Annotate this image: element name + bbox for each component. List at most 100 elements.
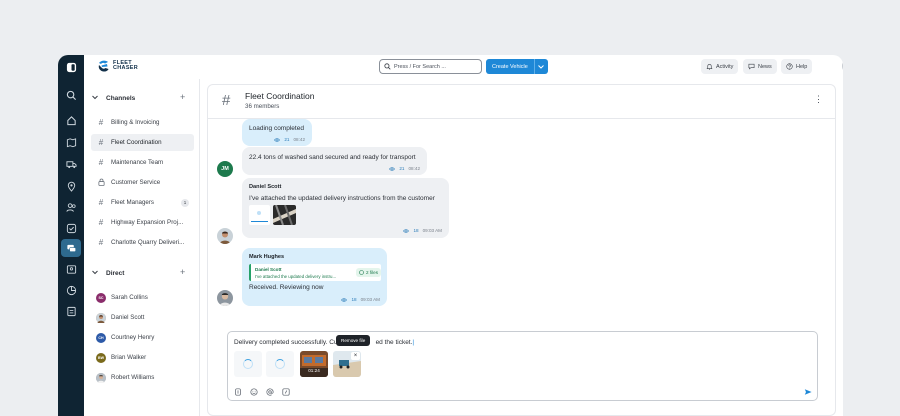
mention-icon[interactable] <box>265 387 274 396</box>
chat-pane: # Fleet Coordination 36 members ⋮ Loadin… <box>207 84 836 416</box>
sidebar-item-customer-service[interactable]: Customer Service <box>91 174 194 191</box>
message-text: 22.4 tons of washed sand secured and rea… <box>249 154 416 161</box>
channel-label: Maintenance Team <box>111 159 164 166</box>
add-channel-icon[interactable]: + <box>180 92 185 102</box>
direct-title: Direct <box>106 269 125 277</box>
toggle-sidebar-icon[interactable] <box>64 60 78 74</box>
id-card-icon[interactable] <box>64 262 78 276</box>
message-icon <box>748 63 755 70</box>
message-bubble[interactable]: Mark Hughes Daniel Scott I've attached t… <box>242 248 387 306</box>
message-meta: 21 08:42 <box>274 137 305 142</box>
quoted-text: I've attached the updated delivery instr… <box>255 274 337 279</box>
chevron-down-icon <box>538 64 545 69</box>
channels-title: Channels <box>106 94 136 102</box>
quoted-files-badge: 2 files <box>356 268 381 277</box>
truck-icon[interactable] <box>64 157 78 171</box>
create-vehicle-dropdown[interactable] <box>533 59 548 74</box>
emoji-icon[interactable] <box>249 387 258 396</box>
search-icon[interactable] <box>64 88 78 102</box>
direct-item-courtney-henry[interactable]: CH Courtney Henry <box>91 329 194 346</box>
message-meta: 18 09:03 AM <box>403 228 442 233</box>
reports-icon[interactable] <box>64 283 78 297</box>
send-icon[interactable] <box>803 387 812 396</box>
avatar[interactable]: JM <box>217 161 233 177</box>
quoted-message[interactable]: Daniel Scott I've attached the updated d… <box>249 264 381 281</box>
activity-button[interactable]: Activity <box>701 59 739 74</box>
avatar[interactable] <box>217 228 233 244</box>
more-options-icon[interactable]: ⋮ <box>814 94 823 105</box>
direct-item-brian-walker[interactable]: BW Brian Walker <box>91 349 194 366</box>
composer-input[interactable]: Delivery completed successfully. Cu ed th… <box>234 339 414 346</box>
chevron-down-icon <box>92 95 98 100</box>
sidebar-item-billing-invoicing[interactable]: # Billing & Invoicing <box>91 114 194 131</box>
sidebar-item-fleet-managers[interactable]: # Fleet Managers 1 <box>91 194 194 211</box>
channel-label: Billing & Invoicing <box>111 119 160 126</box>
news-button[interactable]: News <box>743 59 777 74</box>
home-icon[interactable] <box>64 113 78 127</box>
brand-logo[interactable]: FLEET CHASER <box>97 59 138 73</box>
sidebar-item-maintenance-team[interactable]: # Maintenance Team <box>91 154 194 171</box>
user-photo <box>217 228 233 244</box>
view-count: 21 <box>399 166 405 171</box>
channels-section-header[interactable]: Channels + <box>84 91 200 105</box>
channel-header: # Fleet Coordination 36 members ⋮ <box>208 85 835 119</box>
message-composer[interactable]: Delivery completed successfully. Cu ed th… <box>227 331 818 401</box>
avatar: CH <box>96 332 106 343</box>
view-count: 21 <box>284 137 290 142</box>
sidebar-item-fleet-coordination[interactable]: # Fleet Coordination <box>91 134 194 151</box>
channel-sidebar: Channels + # Billing & Invoicing # Fleet… <box>84 79 200 416</box>
user-avatar[interactable] <box>842 58 843 74</box>
add-direct-icon[interactable]: + <box>180 267 185 277</box>
sidebar-item-highway-expansion[interactable]: # Highway Expansion Proj... <box>91 214 194 231</box>
documents-icon[interactable] <box>64 304 78 318</box>
direct-label: Courtney Henry <box>111 334 155 341</box>
member-count: 36 members <box>245 103 280 110</box>
gif-icon[interactable] <box>281 387 290 396</box>
avatar: BW <box>96 352 106 363</box>
direct-label: Sarah Collins <box>111 294 148 301</box>
composer-text-end: ed the ticket. <box>375 339 413 346</box>
direct-label: Brian Walker <box>111 354 147 361</box>
users-icon[interactable] <box>64 200 78 214</box>
message-bubble[interactable]: Daniel Scott I've attached the updated d… <box>242 178 449 238</box>
hash-icon: # <box>98 118 104 127</box>
help-button[interactable]: Help <box>781 59 813 74</box>
search-placeholder: Press / For Search ... <box>394 63 446 70</box>
location-icon[interactable] <box>64 179 78 193</box>
message-bubble[interactable]: 22.4 tons of washed sand secured and rea… <box>242 147 427 175</box>
attached-image[interactable]: × <box>333 351 361 377</box>
create-vehicle-button[interactable]: Create Vehicle <box>486 59 534 74</box>
uploading-file <box>266 351 294 377</box>
message-bubble[interactable]: Loading completed 21 08:42 <box>242 119 312 146</box>
search-input[interactable]: Press / For Search ... <box>379 59 482 74</box>
brand-mark-icon <box>98 60 109 72</box>
bell-icon <box>706 64 713 70</box>
chevron-down-icon <box>92 270 98 275</box>
direct-item-sarah-collins[interactable]: SC Sarah Collins <box>91 289 194 306</box>
attached-video[interactable]: 01:24 <box>300 351 328 377</box>
attachment-image[interactable] <box>273 205 296 225</box>
chat-icon[interactable] <box>61 239 81 257</box>
message-meta: 18 09:03 AM <box>341 297 380 302</box>
message-meta: 21 08:42 <box>389 166 420 171</box>
attach-file-icon[interactable] <box>233 387 242 396</box>
attachment-document[interactable] <box>249 205 270 225</box>
map-icon[interactable] <box>64 135 78 149</box>
avatar[interactable] <box>217 290 233 306</box>
direct-item-daniel-scott[interactable]: Daniel Scott <box>91 309 194 326</box>
user-photo <box>217 290 233 306</box>
hash-icon: # <box>98 218 104 227</box>
help-icon <box>786 63 793 70</box>
message-time: 08:42 <box>408 166 421 171</box>
message-time: 08:42 <box>293 137 306 142</box>
brand-line2: CHASER <box>113 65 139 71</box>
view-count: 18 <box>413 228 419 233</box>
tasks-icon[interactable] <box>64 221 78 235</box>
remove-file-icon[interactable]: × <box>351 352 360 360</box>
sidebar-item-charlotte-quarry[interactable]: # Charlotte Quarry Deliveri... <box>91 234 194 251</box>
direct-item-robert-williams[interactable]: Robert Williams <box>91 369 194 386</box>
avatar: SC <box>96 292 106 303</box>
unread-badge: 1 <box>181 198 189 207</box>
uploading-file <box>234 351 262 377</box>
direct-section-header[interactable]: Direct + <box>84 266 200 280</box>
